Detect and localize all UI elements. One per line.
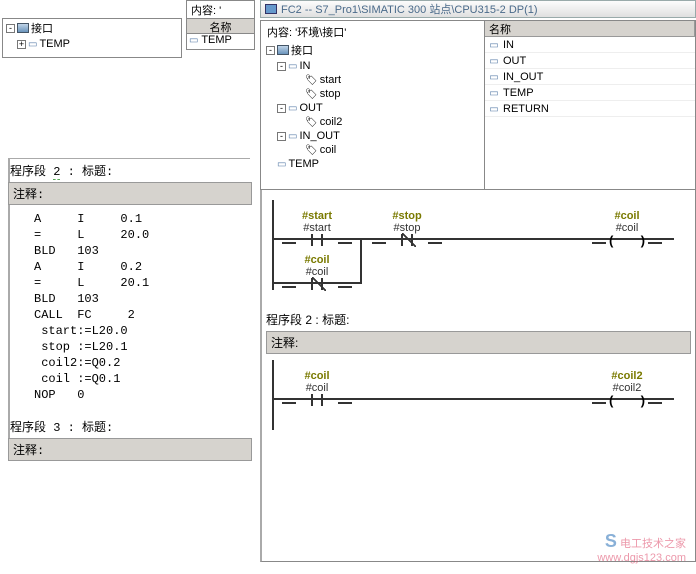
segment-2-title[interactable]: 程序段 2 : 标题: (266, 308, 691, 331)
coil-coil2[interactable]: #coil2#coil2 ( ) (596, 370, 658, 410)
contact-start[interactable]: #start#start (286, 210, 348, 250)
var-icon (277, 158, 286, 170)
tree-var-coil[interactable]: coil (263, 143, 482, 157)
contact-coil-branch[interactable]: #coil#coil (286, 254, 348, 294)
collapse-icon[interactable]: - (266, 46, 275, 55)
interface-icon (277, 45, 289, 55)
table-row[interactable]: RETURN (485, 101, 695, 117)
collapse-icon[interactable]: - (6, 24, 15, 33)
tree-var-stop[interactable]: stop (263, 87, 482, 101)
comment-bar[interactable]: 注释: (8, 182, 252, 205)
window-icon (265, 4, 277, 14)
table-header: 名称 (485, 21, 695, 36)
watermark: S 电工技术之家 www.dgjs123.com (597, 531, 686, 564)
right-tree[interactable]: 内容: '环境\接口' - 接口 - IN start stop - OUT c… (261, 21, 485, 189)
tree-var-start[interactable]: start (263, 73, 482, 87)
declaration-area: 内容: '环境\接口' - 接口 - IN start stop - OUT c… (260, 20, 696, 190)
stl-code[interactable]: A I 0.1 = L 20.0 BLD 103 A I 0.2 = L 20.… (10, 205, 250, 407)
window-title-bar[interactable]: FC2 -- S7_Pro1\SIMATIC 300 站点\CPU315-2 D… (260, 0, 696, 18)
network-1: #start#start #stop#stop #coil#coil ( ) #… (266, 200, 691, 290)
table-row[interactable]: IN (485, 37, 695, 53)
table-header: 名称 (186, 18, 255, 34)
tree-temp[interactable]: + TEMP (3, 37, 181, 51)
tree-var-coil2[interactable]: coil2 (263, 115, 482, 129)
watermark-logo-icon: S (605, 531, 617, 551)
var-icon (485, 55, 503, 67)
var-icon (288, 130, 297, 142)
comment-bar[interactable]: 注释: (8, 438, 252, 461)
right-panel: FC2 -- S7_Pro1\SIMATIC 300 站点\CPU315-2 D… (260, 0, 696, 574)
tree-root-interface[interactable]: - 接口 (3, 19, 181, 37)
tree-root-interface[interactable]: - 接口 (263, 41, 482, 59)
window-title: FC2 -- S7_Pro1\SIMATIC 300 站点\CPU315-2 D… (281, 1, 538, 17)
segment-2-title[interactable]: 程序段 2 : 标题: (10, 159, 250, 182)
tree-temp[interactable]: TEMP (263, 157, 482, 171)
right-var-table: 名称 IN OUT IN_OUT TEMP RETURN (485, 21, 695, 189)
collapse-icon[interactable]: - (277, 104, 286, 113)
left-content-label: 内容: ' (186, 0, 255, 20)
network-2: #coil#coil #coil2#coil2 ( ) (266, 360, 691, 430)
ladder-editor[interactable]: #start#start #stop#stop #coil#coil ( ) #… (260, 190, 696, 562)
table-row[interactable]: IN_OUT (485, 69, 695, 85)
collapse-icon[interactable]: - (277, 62, 286, 71)
tag-icon (305, 144, 318, 156)
tag-icon (305, 74, 318, 86)
content-path: 内容: '环境\接口' (263, 23, 482, 41)
var-icon (28, 38, 37, 50)
left-tree[interactable]: - 接口 + TEMP (2, 18, 182, 58)
tag-icon (305, 88, 318, 100)
tree-label: TEMP (39, 38, 70, 50)
var-icon (485, 71, 503, 83)
contact-coil[interactable]: #coil#coil (286, 370, 348, 410)
left-var-table: 名称 TEMP (186, 18, 255, 50)
tree-label: 接口 (31, 20, 53, 36)
contact-stop[interactable]: #stop#stop (376, 210, 438, 250)
var-icon (485, 87, 503, 99)
segment-3-title[interactable]: 程序段 3 : 标题: (10, 415, 250, 438)
branch-vert (360, 238, 362, 284)
stl-code-area: 程序段 2 : 标题: 注释: A I 0.1 = L 20.0 BLD 103… (8, 158, 250, 461)
left-rail (272, 360, 274, 430)
interface-icon (17, 23, 29, 33)
table-row[interactable]: TEMP (186, 34, 255, 50)
left-rail (272, 200, 274, 290)
var-icon (485, 39, 503, 51)
tag-icon (305, 116, 318, 128)
expand-icon[interactable]: + (17, 40, 26, 49)
left-panel: 内容: ' - 接口 + TEMP 名称 TEMP 程序段 2 : 标题: 注释… (0, 0, 255, 574)
var-icon (288, 60, 297, 72)
collapse-icon[interactable]: - (277, 132, 286, 141)
table-row[interactable]: TEMP (485, 85, 695, 101)
var-icon (288, 102, 297, 114)
comment-bar[interactable]: 注释: (266, 331, 691, 354)
tree-in[interactable]: - IN (263, 59, 482, 73)
coil-coil[interactable]: #coil#coil ( ) (596, 210, 658, 250)
var-icon (485, 103, 503, 115)
table-row[interactable]: OUT (485, 53, 695, 69)
tree-inout[interactable]: - IN_OUT (263, 129, 482, 143)
tree-out[interactable]: - OUT (263, 101, 482, 115)
var-icon (189, 34, 198, 46)
